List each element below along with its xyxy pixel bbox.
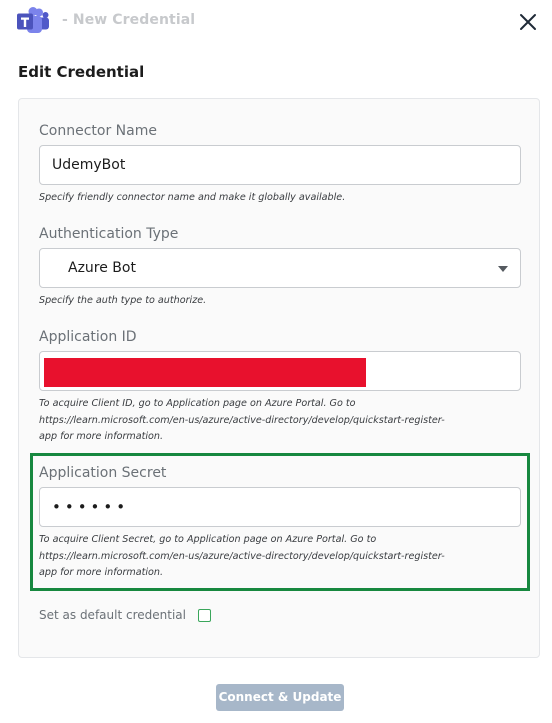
dialog-title: - New Credential [62,12,196,28]
connector-name-input[interactable]: UdemyBot [39,145,521,185]
connector-name-help: Specify friendly connector name and make… [39,192,346,203]
application-id-label: Application ID [39,329,137,345]
application-id-help-line: app for more information. [39,431,164,442]
connector-name-label: Connector Name [39,123,157,139]
application-id-input[interactable] [39,351,521,391]
auth-type-help: Specify the auth type to authorize. [39,295,207,306]
default-credential-checkbox[interactable] [197,608,211,622]
auth-type-value: Azure Bot [68,260,136,276]
application-secret-field: Application Secret •••••• To acquire Cli… [30,453,530,591]
chevron-down-icon [498,266,508,272]
redaction-bar [44,358,366,387]
credential-form: Connector Name UdemyBot Specify friendly… [18,98,540,658]
microsoft-teams-icon [17,7,49,33]
default-credential-label: Set as default credential [39,608,186,622]
connect-update-button[interactable]: Connect & Update [216,684,344,711]
default-credential-row: Set as default credential [39,606,211,624]
auth-type-label: Authentication Type [39,226,179,242]
application-id-help: To acquire Client ID, go to Application … [39,396,521,446]
auth-type-field: Authentication Type Azure Bot Specify th… [39,224,521,310]
application-id-field: Application ID To acquire Client ID, go … [39,327,521,446]
section-title: Edit Credential [18,63,145,81]
application-id-help-line: https://learn.microsoft.com/en-us/azure/… [39,414,445,426]
application-id-help-line: To acquire Client ID, go to Application … [39,398,356,409]
dialog-header: - New Credential [0,0,552,44]
connector-name-field: Connector Name UdemyBot Specify friendly… [39,121,521,207]
auth-type-select[interactable]: Azure Bot [39,248,521,288]
application-secret-input[interactable]: •••••• [39,487,521,527]
close-icon[interactable] [516,10,540,34]
credential-dialog: - New Credential Edit Credential Connect… [0,0,552,723]
